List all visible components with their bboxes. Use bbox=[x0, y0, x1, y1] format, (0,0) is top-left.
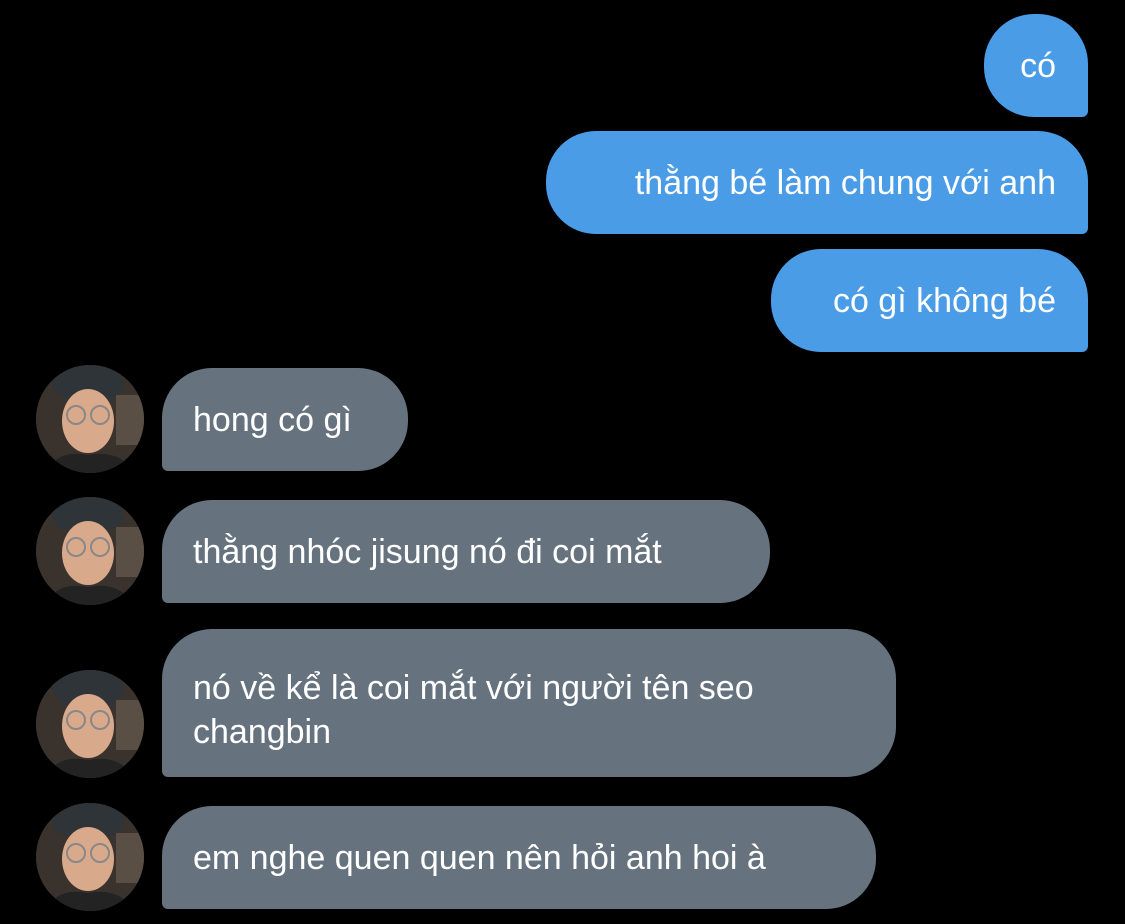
message-bubble-sent[interactable]: có bbox=[984, 14, 1088, 117]
avatar-photo-icon bbox=[36, 365, 144, 473]
avatar-photo-icon bbox=[36, 803, 144, 911]
message-bubble-received[interactable]: hong có gì bbox=[162, 368, 408, 471]
message-text: có gì không bé bbox=[832, 282, 1056, 320]
avatar-photo-icon bbox=[36, 497, 144, 605]
contact-avatar[interactable] bbox=[36, 670, 144, 778]
message-text: thằng nhóc jisung nó đi coi mắt bbox=[193, 533, 662, 571]
message-text: hong có gì bbox=[193, 401, 352, 439]
message-bubble-received[interactable]: em nghe quen quen nên hỏi anh hoi à bbox=[162, 806, 876, 909]
message-bubble-sent[interactable]: có gì không bé bbox=[771, 249, 1088, 352]
message-text: em nghe quen quen nên hỏi anh hoi à bbox=[193, 839, 766, 877]
message-text: thằng bé làm chung với anh bbox=[634, 164, 1056, 202]
avatar-photo-icon bbox=[36, 670, 144, 778]
contact-avatar[interactable] bbox=[36, 365, 144, 473]
message-text: có bbox=[1020, 47, 1056, 85]
contact-avatar[interactable] bbox=[36, 803, 144, 911]
contact-avatar[interactable] bbox=[36, 497, 144, 605]
message-text: nó về kể là coi mắt với người tên seo ch… bbox=[193, 669, 754, 751]
message-bubble-received[interactable]: thằng nhóc jisung nó đi coi mắt bbox=[162, 500, 770, 603]
message-bubble-sent[interactable]: thằng bé làm chung với anh bbox=[546, 131, 1088, 234]
message-bubble-received[interactable]: nó về kể là coi mắt với người tên seo ch… bbox=[162, 629, 896, 777]
